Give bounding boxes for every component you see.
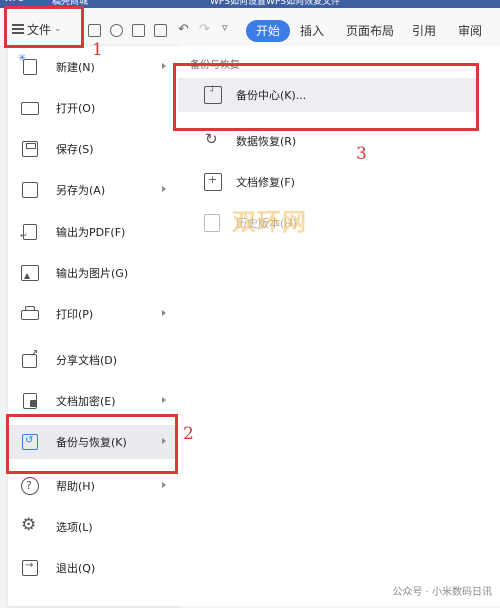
submenu-item-document-repair[interactable]: + 文档修复(F) <box>178 165 478 199</box>
lock-icon <box>20 392 40 410</box>
image-export-icon: ▲ <box>20 264 40 282</box>
customize-quick-access-icon[interactable]: ▿ <box>222 21 228 34</box>
menu-item-label: 新建(N) <box>56 61 95 74</box>
menu-item-exit[interactable]: → 退出(Q) <box>8 551 178 585</box>
help-icon: ? <box>20 477 40 495</box>
menu-item-label: 退出(Q) <box>56 562 96 575</box>
menu-item-label: 打开(O) <box>56 102 96 115</box>
menu-item-label: 文档加密(E) <box>56 395 116 408</box>
menu-item-label: 分享文档(D) <box>56 354 118 367</box>
menu-item-label: 输出为图片(G) <box>56 267 129 280</box>
folder-open-icon <box>20 99 40 117</box>
menu-item-label: 保存(S) <box>56 143 94 156</box>
annotation-number-3: 3 <box>356 144 367 164</box>
submenu-arrow-icon <box>162 63 166 69</box>
submenu-arrow-icon <box>162 186 166 192</box>
exit-icon: → <box>20 559 40 577</box>
save-as-icon <box>20 181 40 199</box>
annotation-number-2: 2 <box>183 424 194 444</box>
menu-item-label: 输出为PDF(F) <box>56 226 126 239</box>
save-icon <box>20 140 40 158</box>
tab-insert[interactable]: 插入 <box>300 20 324 42</box>
annotation-number-1: 1 <box>92 40 103 60</box>
menu-item-label: 选项(L) <box>56 521 93 534</box>
submenu-arrow-icon <box>162 397 166 403</box>
print-icon[interactable] <box>132 24 145 37</box>
gear-icon: ⚙ <box>21 515 37 535</box>
menu-item-options[interactable]: ⚙ 选项(L) <box>8 510 178 544</box>
submenu-arrow-icon <box>162 310 166 316</box>
pdf-export-icon: ↩ <box>20 223 40 241</box>
menu-item-print[interactable]: 打印(P) <box>8 297 178 331</box>
preview-icon[interactable] <box>154 24 167 37</box>
menu-item-label: 打印(P) <box>56 308 94 321</box>
menu-item-open[interactable]: 打开(O) <box>8 91 178 125</box>
submenu-arrow-icon <box>162 482 166 488</box>
menu-item-export-image[interactable]: ▲ 输出为图片(G) <box>8 256 178 290</box>
highlight-box-backup-center <box>173 63 479 131</box>
menu-item-help[interactable]: ? 帮助(H) <box>8 469 178 503</box>
menu-item-save-as[interactable]: 另存为(A) <box>8 173 178 207</box>
submenu-item-label: 文档修复(F) <box>236 176 295 189</box>
menu-item-label: 另存为(A) <box>56 184 106 197</box>
save-icon[interactable] <box>88 24 101 37</box>
submenu-item-label: 数据恢复(R) <box>236 135 297 148</box>
new-icon: ✳ <box>18 53 40 76</box>
repair-icon: + <box>204 173 222 191</box>
highlight-box-file-menu <box>4 6 84 48</box>
footer-source-label: 公众号 · 小米数码日讯 <box>392 587 492 598</box>
export-icon[interactable] <box>110 24 123 37</box>
menu-item-share[interactable]: ↗ 分享文档(D) <box>8 343 178 377</box>
menu-item-save[interactable]: 保存(S) <box>8 132 178 166</box>
print-icon <box>20 305 40 323</box>
menu-item-encrypt[interactable]: 文档加密(E) <box>8 384 178 418</box>
tab-page-layout[interactable]: 页面布局 <box>346 20 394 42</box>
menu-item-label: 帮助(H) <box>56 480 95 493</box>
redo-icon[interactable]: ↷ <box>199 22 210 37</box>
document-tab[interactable]: WPS如何设置WPS如何恢复文件 <box>210 0 340 8</box>
watermark-text: 双环网 <box>232 208 307 236</box>
share-icon: ↗ <box>20 348 40 369</box>
history-icon <box>204 214 222 232</box>
submenu-item-history-versions[interactable]: 历史版本(H) <box>178 206 478 240</box>
menu-item-export-pdf[interactable]: ↩ 输出为PDF(F) <box>8 215 178 249</box>
restore-icon: ↻ <box>205 130 218 148</box>
file-menu: ✳ 新建(N) 打开(O) 保存(S) 另存为(A) ↩ 输出为PDF(F) ▲… <box>8 46 178 606</box>
tab-review[interactable]: 审阅 <box>458 20 482 42</box>
undo-icon[interactable]: ↶ <box>178 22 189 37</box>
tab-home[interactable]: 开始 <box>246 20 291 42</box>
highlight-box-backup-restore <box>6 414 178 474</box>
tab-references[interactable]: 引用 <box>412 20 436 42</box>
